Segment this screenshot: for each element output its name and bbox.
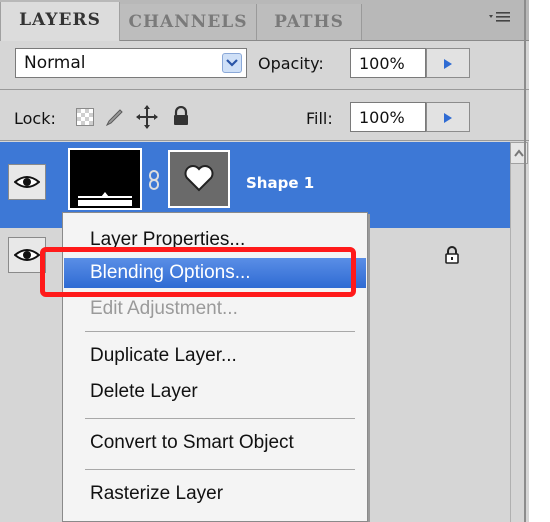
menu-separator <box>85 418 355 419</box>
blend-mode-value: Normal <box>24 53 86 73</box>
menu-item-edit-adjustment: Edit Adjustment... <box>90 298 238 319</box>
opacity-slider-button[interactable] <box>426 48 470 78</box>
fill-value: 100% <box>359 108 405 127</box>
chevron-up-icon <box>514 149 524 157</box>
tab-paths[interactable]: PATHS <box>257 4 362 40</box>
panel-menu-icon[interactable] <box>489 10 511 28</box>
menu-separator <box>85 331 355 332</box>
triangle-right-icon <box>444 59 452 69</box>
chevron-down-icon[interactable] <box>222 53 242 73</box>
panel-border <box>524 0 526 522</box>
tab-channels[interactable]: CHANNELS <box>120 4 257 40</box>
lock-image-pixels-icon[interactable] <box>104 106 126 132</box>
background-edge <box>529 0 550 522</box>
opacity-input[interactable]: 100% <box>350 48 426 78</box>
layers-panel: LAYERS CHANNELS PATHS Normal Opacity: 10… <box>0 0 529 522</box>
fill-label: Fill: <box>306 109 333 128</box>
triangle-right-icon <box>444 113 452 123</box>
fill-input[interactable]: 100% <box>350 102 426 132</box>
opacity-value: 100% <box>359 54 405 73</box>
chain-link-icon[interactable] <box>148 170 160 190</box>
lock-icon <box>444 246 460 268</box>
divider <box>0 89 529 90</box>
menu-item-duplicate-layer[interactable]: Duplicate Layer... <box>64 341 366 371</box>
vector-mask-thumbnail[interactable] <box>168 150 230 208</box>
menu-item-delete-layer[interactable]: Delete Layer <box>64 377 366 407</box>
opacity-label: Opacity: <box>258 54 324 73</box>
lock-label: Lock: <box>14 109 56 128</box>
fill-slider-button[interactable] <box>426 102 470 132</box>
blend-mode-select[interactable]: Normal <box>15 48 247 78</box>
highlight-callout <box>40 247 356 297</box>
menu-separator <box>85 469 355 470</box>
menu-item-rasterize-layer[interactable]: Rasterize Layer <box>64 479 366 509</box>
tab-layers[interactable]: LAYERS <box>0 2 120 41</box>
eye-icon[interactable] <box>8 164 46 200</box>
lock-all-icon[interactable] <box>172 105 190 130</box>
lock-transparent-pixels-icon[interactable] <box>76 108 94 130</box>
divider <box>0 140 529 141</box>
lock-position-icon[interactable] <box>136 105 158 133</box>
menu-item-convert-to-smart-object[interactable]: Convert to Smart Object <box>64 428 366 458</box>
tab-bar: LAYERS CHANNELS PATHS <box>0 0 529 41</box>
layer-name[interactable]: Shape 1 <box>246 174 314 192</box>
layer-thumbnail[interactable] <box>68 148 142 210</box>
heart-icon <box>184 165 214 192</box>
